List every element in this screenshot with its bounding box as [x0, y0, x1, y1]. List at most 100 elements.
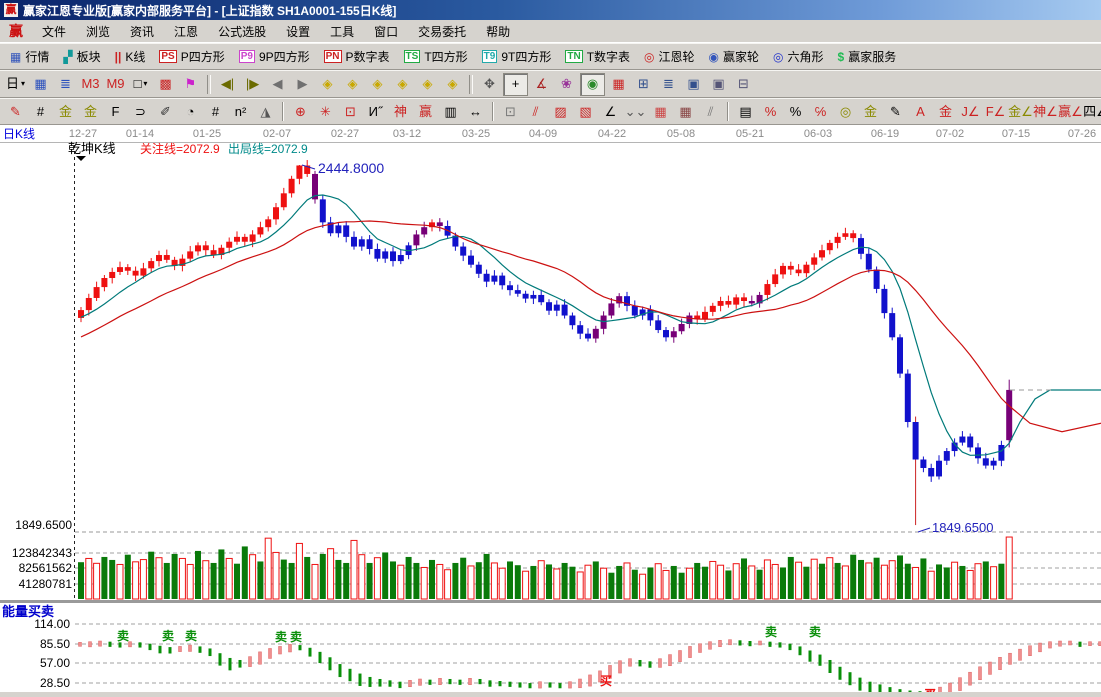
angle-four-icon[interactable]: 四∠: [1084, 101, 1101, 122]
percent-icon[interactable]: %: [784, 101, 807, 122]
price-grid-icon[interactable]: ▥: [439, 101, 462, 122]
angle-ying-icon[interactable]: 赢∠: [1059, 101, 1082, 122]
computer-icon[interactable]: ⊟: [732, 74, 755, 95]
skip-end-icon[interactable]: |▶: [241, 74, 264, 95]
ying-tool-icon[interactable]: 赢: [414, 101, 437, 122]
toolbar-main-P数字表[interactable]: PNP数字表: [317, 45, 397, 68]
cycle-clock-icon[interactable]: ◔: [179, 101, 202, 122]
ruler-marks-2-icon[interactable]: #: [204, 101, 227, 122]
candle-style-icon[interactable]: □▾: [129, 74, 152, 95]
parallel-lines-icon[interactable]: ⫽: [699, 101, 722, 122]
save-floppy-icon[interactable]: ▣: [682, 74, 705, 95]
menu-item-3[interactable]: 江恩: [164, 20, 208, 43]
menu-item-1[interactable]: 浏览: [76, 20, 120, 43]
menu-item-4[interactable]: 公式选股: [208, 20, 276, 43]
wave-mark-icon[interactable]: И˝: [364, 101, 387, 122]
diamond-x-icon[interactable]: ◈: [391, 74, 414, 95]
calculator-icon[interactable]: ⊞: [632, 74, 655, 95]
red-net-icon[interactable]: ▩: [154, 74, 177, 95]
ruler-marks-icon[interactable]: #: [29, 101, 52, 122]
fib-ruler-icon[interactable]: F: [104, 101, 127, 122]
main-chart-svg[interactable]: 12-2701-1401-2502-0702-2703-1203-2504-09…: [0, 125, 1101, 692]
hatch-box-icon[interactable]: ▨: [549, 101, 572, 122]
ray-fan-icon[interactable]: ⫽: [524, 101, 547, 122]
pencil-icon[interactable]: ✎: [884, 101, 907, 122]
box-select-icon[interactable]: ⊡: [499, 101, 522, 122]
江恩轮-icon: ◎: [644, 50, 654, 64]
angle-j-icon[interactable]: J∠: [959, 101, 982, 122]
toolbar-main-P四方形[interactable]: PSP四方形: [152, 45, 231, 68]
menu-item-5[interactable]: 设置: [276, 20, 320, 43]
circle-cross-icon[interactable]: ⊕: [289, 101, 312, 122]
period-day-icon[interactable]: 日▾: [4, 74, 27, 95]
diamond-right-icon[interactable]: ◈: [341, 74, 364, 95]
percent-line-icon[interactable]: ℅: [809, 101, 832, 122]
info-list-icon[interactable]: ≣: [54, 74, 77, 95]
ma9-icon[interactable]: M9: [104, 74, 127, 95]
pan-hand-icon[interactable]: ✥: [478, 74, 501, 95]
menu-item-6[interactable]: 工具: [320, 20, 364, 43]
diamond-cross-icon[interactable]: ◈: [416, 74, 439, 95]
calendar-21-icon[interactable]: ▦: [607, 74, 630, 95]
page-right-icon[interactable]: ▶: [291, 74, 314, 95]
save-export-icon[interactable]: ▣: [707, 74, 730, 95]
toolbar-main-板块[interactable]: ▞板块: [56, 45, 107, 68]
hatch-box-2-icon[interactable]: ▧: [574, 101, 597, 122]
menu-item-9[interactable]: 帮助: [476, 20, 520, 43]
pen-2-icon[interactable]: ✐: [154, 101, 177, 122]
flag-stats-icon[interactable]: ⚑: [179, 74, 202, 95]
menu-item-2[interactable]: 资讯: [120, 20, 164, 43]
menu-item-7[interactable]: 窗口: [364, 20, 408, 43]
grid-red-icon[interactable]: ▦: [649, 101, 672, 122]
toolbar-main-赢家轮[interactable]: ◉赢家轮: [702, 45, 767, 68]
chart-area[interactable]: 12-2701-1401-2502-0702-2703-1203-2504-09…: [0, 125, 1101, 692]
gold-line-icon[interactable]: 金: [859, 101, 882, 122]
zigzag-icon[interactable]: ⌄⌄: [624, 101, 647, 122]
skip-start-icon[interactable]: ◀|: [216, 74, 239, 95]
angle-shen-icon[interactable]: 神∠: [1034, 101, 1057, 122]
percent-red-icon[interactable]: %: [759, 101, 782, 122]
grid-dark-icon[interactable]: ▦: [674, 101, 697, 122]
toolbar-main-9T四方形[interactable]: T99T四方形: [475, 45, 559, 68]
notepad-icon[interactable]: ≣: [657, 74, 680, 95]
diamond-left-icon[interactable]: ◈: [316, 74, 339, 95]
kline-type-label[interactable]: 乾坤K线: [68, 141, 116, 156]
toolbar-main-K线[interactable]: ||K线: [108, 45, 153, 68]
gold-circle-icon[interactable]: ◎: [834, 101, 857, 122]
angle-fan-icon[interactable]: ◮: [254, 101, 277, 122]
gann-flower-icon[interactable]: ❀: [555, 74, 578, 95]
gold-red-icon[interactable]: 金: [934, 101, 957, 122]
toolbar-main-赢家服务[interactable]: $赢家服务: [831, 45, 904, 68]
levels-icon[interactable]: ▤: [734, 101, 757, 122]
toolbar-main-江恩轮[interactable]: ◎江恩轮: [637, 45, 702, 68]
page-left-icon[interactable]: ◀: [266, 74, 289, 95]
trend-angle-icon[interactable]: ∠: [599, 101, 622, 122]
draw-pen-icon[interactable]: ✎: [4, 101, 27, 122]
square-numbers-icon[interactable]: n²: [229, 101, 252, 122]
brain-icon[interactable]: ◉: [580, 73, 605, 96]
arc-tool-icon[interactable]: ⊃: [129, 101, 152, 122]
diamond-all-icon[interactable]: ◈: [441, 74, 464, 95]
toolbar-main-T四方形[interactable]: TST四方形: [397, 45, 475, 68]
toolbar-main-行情[interactable]: ▦行情: [3, 45, 56, 68]
gold-ruler-2-icon[interactable]: 金: [79, 101, 102, 122]
crosshair-icon[interactable]: +: [503, 73, 528, 96]
angle-measure-icon[interactable]: ∡: [530, 74, 553, 95]
diamond-h-icon[interactable]: ◈: [366, 74, 389, 95]
gold-ruler-1-icon[interactable]: 金: [54, 101, 77, 122]
kline-type-dropdown-icon[interactable]: [76, 156, 86, 161]
angle-f-icon[interactable]: F∠: [984, 101, 1007, 122]
shen-tool-icon[interactable]: 神: [389, 101, 412, 122]
menu-item-0[interactable]: 文件: [32, 20, 76, 43]
toolbar-main-T数字表[interactable]: TNT数字表: [558, 45, 637, 68]
wave-a-icon[interactable]: A: [909, 101, 932, 122]
menu-item-8[interactable]: 交易委托: [408, 20, 476, 43]
angle-gold-icon[interactable]: 金∠: [1009, 101, 1032, 122]
star-rays-icon[interactable]: ✳: [314, 101, 337, 122]
grid-net-icon[interactable]: ▦: [29, 74, 52, 95]
toolbar-main-六角形[interactable]: ◎六角形: [766, 45, 831, 68]
ma3-icon[interactable]: M3: [79, 74, 102, 95]
toolbar-main-9P四方形[interactable]: P99P四方形: [232, 45, 317, 68]
span-tool-icon[interactable]: ↔: [464, 101, 487, 122]
boxed-grid-icon[interactable]: ⊡: [339, 101, 362, 122]
